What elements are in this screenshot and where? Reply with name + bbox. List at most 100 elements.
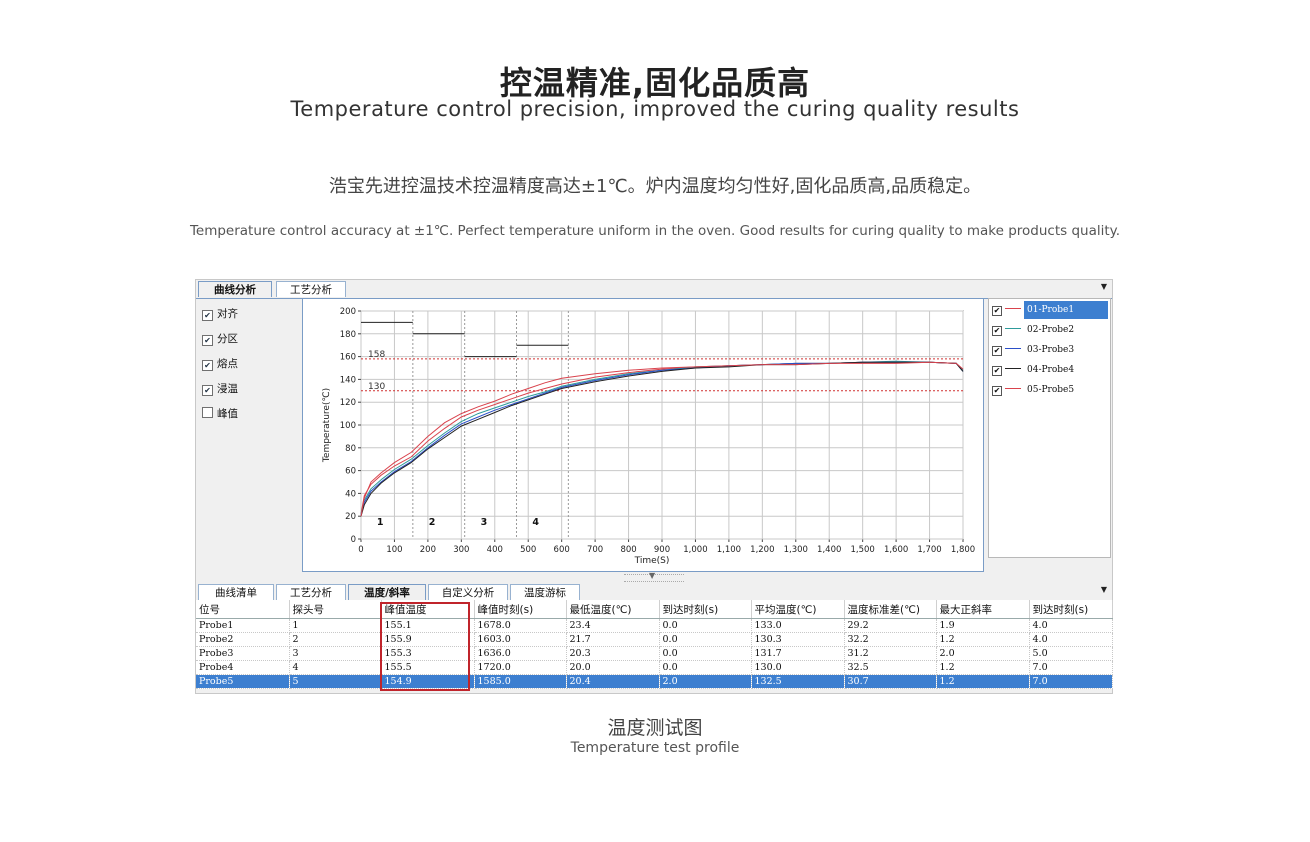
table-cell: 1678.0 [474,618,567,633]
zone-label: 2 [429,517,436,528]
temperature-chart[interactable]: 0 100 200 300 400 500 600 700 800 900 1,000 1,100 1,… [303,299,983,571]
series-line-icon [1005,328,1021,329]
option-label: 浸温 [217,383,238,395]
option-soak[interactable]: ✔ 浸温 [202,382,238,396]
table-header: 位号 探头号 峰值温度 峰值时刻(s) 最低温度(℃) 到达时刻(s) 平均温度(℃) 温度标… [196,600,1113,619]
column-header[interactable]: 平均温度(℃) [751,600,845,619]
table-cell: 0.0 [659,646,752,661]
legend-item-probe1[interactable]: ✔ 01-Probe1 [992,301,1110,319]
column-header[interactable]: 峰值温度 [381,600,475,619]
top-tab-bar: 曲线分析 工艺分析 ▼ [196,280,1112,299]
checkbox-icon[interactable]: ✔ [992,306,1002,316]
option-melting-point[interactable]: ✔ 熔点 [202,357,238,371]
zone-label: 1 [377,517,384,528]
table-cell: 131.7 [751,646,845,661]
table-cell: 20.0 [566,660,660,675]
tab-custom-analysis[interactable]: 自定义分析 [428,584,508,600]
column-header[interactable]: 探头号 [289,600,382,619]
table-cell: 30.7 [844,674,937,689]
table-cell: 0.0 [659,660,752,675]
column-header[interactable]: 峰值时刻(s) [474,600,567,619]
probe-legend: ✔ 01-Probe1 ✔ 02-Probe2 ✔ 03-Probe3 ✔ 04-Pro… [988,298,1111,558]
dropdown-arrow-icon[interactable]: ▼ [1101,585,1107,594]
table-cell: 21.7 [566,632,660,647]
checkbox-icon[interactable]: ✔ [202,335,213,346]
checkbox-icon[interactable]: ✔ [202,310,213,321]
tab-process-analysis[interactable]: 工艺分析 [276,281,346,297]
dropdown-arrow-icon[interactable]: ▼ [1101,282,1107,291]
legend-item-probe2[interactable]: ✔ 02-Probe2 [992,321,1110,339]
tab-process-analysis-2[interactable]: 工艺分析 [276,584,346,600]
option-align[interactable]: ✔ 对齐 [202,307,238,321]
table-row[interactable]: Probe2 2 155.9 1603.0 21.7 0.0 130.3 32.2 1.2 4.0 [196,632,1113,647]
tab-temp-cursor[interactable]: 温度游标 [510,584,580,600]
table-cell: Probe1 [196,618,290,633]
y-tick-label: 80 [345,444,356,454]
table-cell: 32.2 [844,632,937,647]
table-cell: Probe3 [196,646,290,661]
tab-temp-slope[interactable]: 温度/斜率 [348,584,426,600]
table-row[interactable]: Probe4 4 155.5 1720.0 20.0 0.0 130.0 32.5 1.2 7.0 [196,660,1113,675]
table-cell: Probe5 [196,674,290,689]
checkbox-icon[interactable]: ✔ [992,386,1002,396]
y-axis-label: Temperature(℃) [322,388,332,463]
table-cell: 1603.0 [474,632,567,647]
legend-item-probe4[interactable]: ✔ 04-Probe4 [992,361,1110,379]
series-line-icon [1005,368,1021,369]
table-cell: 4.0 [1029,618,1113,633]
legend-label: 02-Probe2 [1027,325,1075,335]
table-cell: 2 [289,632,382,647]
option-peak[interactable]: 峰值 [202,407,238,421]
column-header[interactable]: 最大正斜率 [936,600,1030,619]
column-header[interactable]: 到达时刻(s) [1029,600,1113,619]
y-tick-label: 140 [340,375,356,385]
collapse-arrow-icon[interactable]: ▼ [649,571,655,580]
reference-label: 130 [368,382,385,392]
table-row[interactable]: Probe3 3 155.3 1636.0 20.3 0.0 131.7 31.2 2.0 5.0 [196,646,1113,661]
checkbox-icon[interactable]: ✔ [992,346,1002,356]
y-tick-label: 200 [340,307,356,317]
y-tick-label: 180 [340,330,356,340]
x-tick-label: 400 [487,545,503,555]
table-cell: 130.3 [751,632,845,647]
table-row[interactable]: Probe1 1 155.1 1678.0 23.4 0.0 133.0 29.2 1.9 4.0 [196,618,1113,633]
table-cell: 20.3 [566,646,660,661]
checkbox-icon[interactable]: ✔ [992,326,1002,336]
table-row[interactable]: Probe5 5 154.9 1585.0 20.4 2.0 132.5 30.7 1.2 7.0 [196,674,1113,689]
legend-item-probe3[interactable]: ✔ 03-Probe3 [992,341,1110,359]
column-header[interactable]: 温度标准差(℃) [844,600,937,619]
panel-splitter[interactable]: ▼ [196,571,1112,582]
column-header[interactable]: 位号 [196,600,290,619]
tab-curve-list[interactable]: 曲线清单 [198,584,274,600]
column-header[interactable]: 最低温度(℃) [566,600,660,619]
x-tick-label: 700 [587,545,603,555]
series-line-icon [1005,308,1021,309]
table-cell: 1585.0 [474,674,567,689]
table-cell: 1636.0 [474,646,567,661]
y-tick-label: 120 [340,398,356,408]
checkbox-icon[interactable] [202,407,213,418]
table-cell: 7.0 [1029,674,1113,689]
y-tick-label: 40 [345,489,356,499]
checkbox-icon[interactable]: ✔ [202,360,213,371]
table-cell: 132.5 [751,674,845,689]
table-cell: 154.9 [381,674,475,689]
reference-label: 158 [368,350,385,360]
legend-item-probe5[interactable]: ✔ 05-Probe5 [992,381,1110,399]
option-zones[interactable]: ✔ 分区 [202,332,238,346]
tab-curve-analysis[interactable]: 曲线分析 [198,281,272,297]
table-cell: 1.2 [936,632,1030,647]
column-header[interactable]: 到达时刻(s) [659,600,752,619]
y-tick-label: 20 [345,512,356,522]
series-line-icon [1005,388,1021,389]
analysis-window: 曲线分析 工艺分析 ▼ ✔ 对齐 ✔ 分区 ✔ 熔点 ✔ 浸温 峰值 0 100 200 30… [195,279,1113,694]
caption-cn: 温度测试图 [607,717,703,739]
legend-label: 03-Probe3 [1027,345,1075,355]
table-cell: 4 [289,660,382,675]
legend-label: 05-Probe5 [1027,385,1075,395]
x-tick-label: 1,000 [683,545,707,555]
checkbox-icon[interactable]: ✔ [992,366,1002,376]
table-cell: 5.0 [1029,646,1113,661]
table-cell: 7.0 [1029,660,1113,675]
checkbox-icon[interactable]: ✔ [202,385,213,396]
